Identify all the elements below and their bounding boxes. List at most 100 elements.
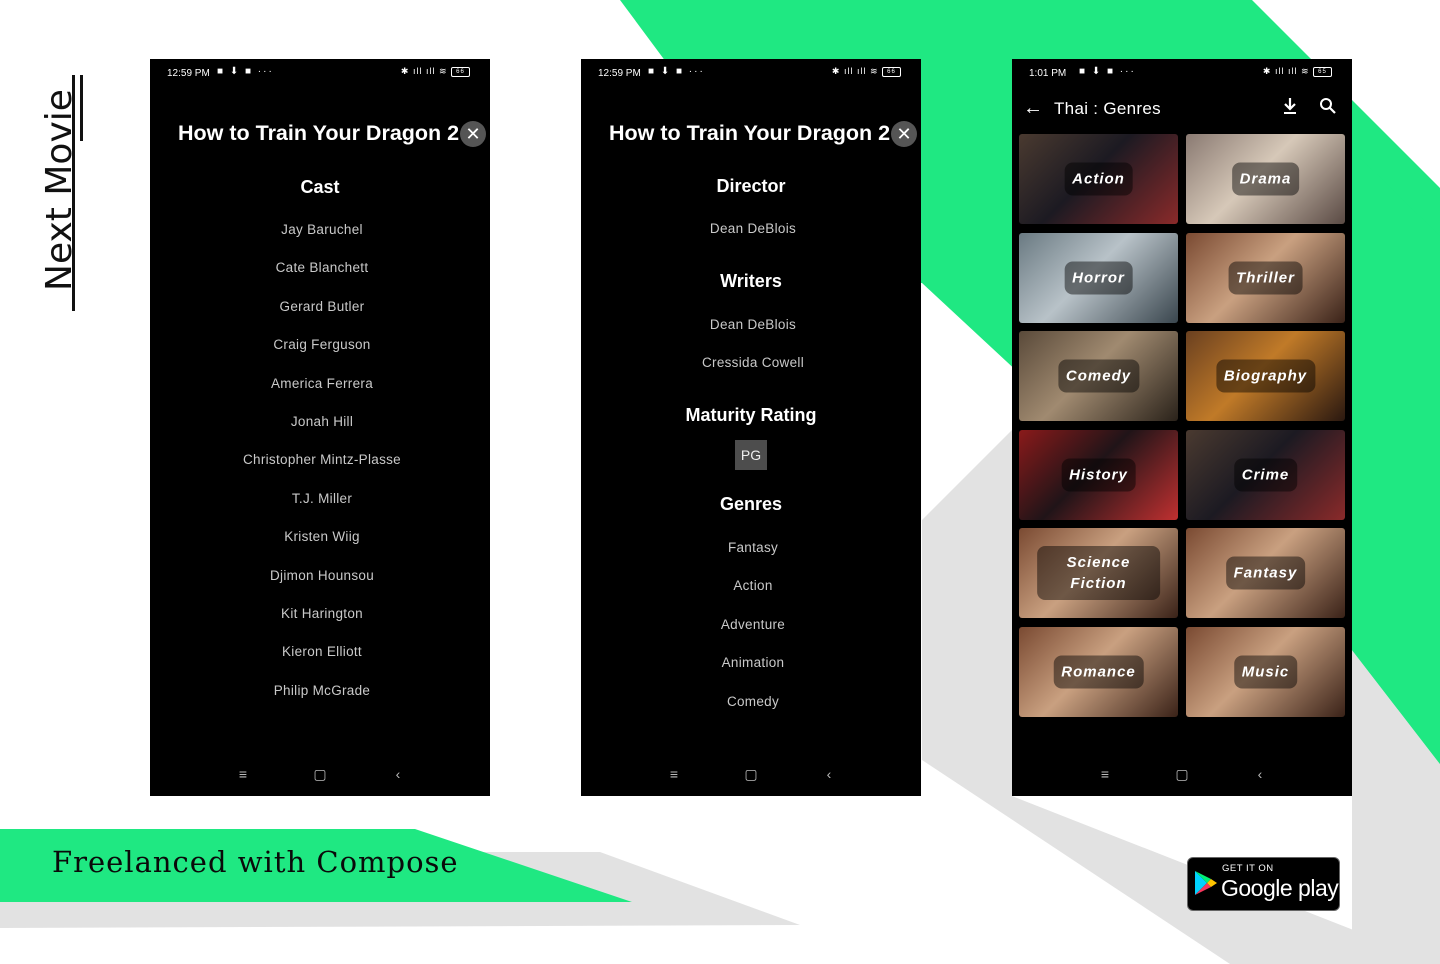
phone-genres-screen: 1:01 PM ■ ⬇ ■ ··· ✱ ıll ıll ≋ 65 ← Thai … — [1012, 59, 1352, 796]
genre-item: Comedy — [726, 693, 780, 709]
genre-tile-label: Thriller — [1228, 261, 1303, 295]
genre-tile[interactable]: Crime — [1186, 429, 1345, 520]
nav-bar: ≡ ▢ ‹ — [150, 759, 490, 789]
genre-tile-label: Science Fiction — [1036, 546, 1161, 601]
menu-icon[interactable]: ≡ — [228, 759, 258, 789]
status-bar: 1:01 PM ■ ⬇ ■ ··· ✱ ıll ıll ≋ 65 — [1012, 59, 1352, 87]
close-button[interactable]: ✕ — [460, 121, 486, 147]
genre-tile-label: Fantasy — [1225, 556, 1306, 590]
rating-heading: Maturity Rating — [685, 405, 817, 425]
cast-member: Cate Blanchett — [275, 260, 369, 276]
cast-member: Djimon Hounsou — [270, 567, 374, 583]
genre-tile[interactable]: Action — [1019, 134, 1178, 224]
status-time: 12:59 PM — [167, 68, 210, 79]
battery-icon: 66 — [882, 66, 901, 77]
genre-tile[interactable]: History — [1019, 429, 1178, 520]
genre-tile[interactable]: Drama — [1186, 134, 1345, 224]
badge-store-name: Google play — [1221, 875, 1339, 901]
cast-member: T.J. Miller — [291, 490, 353, 506]
director-name: Dean DeBlois — [709, 221, 797, 236]
genre-tile[interactable]: Romance — [1019, 627, 1178, 717]
writers-heading: Writers — [720, 271, 782, 291]
dialog-title: How to Train Your Dragon 2 — [178, 121, 460, 145]
rating-badge: PG — [735, 440, 767, 470]
brand-rule — [72, 75, 75, 311]
close-icon: ✕ — [465, 124, 481, 144]
nav-bar: ≡ ▢ ‹ — [581, 759, 921, 789]
tagline: Freelanced with Compose — [52, 845, 459, 879]
status-bar: 12:59 PM ■ ⬇ ■ ··· ✱ ıll ıll ≋ 66 — [150, 59, 490, 87]
phone-details-screen: 12:59 PM ■ ⬇ ■ ··· ✱ ıll ıll ≋ 66 How to… — [581, 59, 921, 796]
status-notification-icons: ■ ⬇ ■ ··· — [648, 66, 705, 77]
cast-heading: Cast — [300, 177, 340, 197]
genres-heading: Genres — [719, 494, 783, 514]
genre-tile-label: Comedy — [1057, 359, 1140, 393]
genre-tile-label: Romance — [1053, 655, 1144, 689]
close-icon: ✕ — [896, 124, 912, 144]
cast-member: Christopher Mintz-Plasse — [242, 452, 401, 468]
status-notification-icons: ■ ⬇ ■ ··· — [217, 66, 274, 77]
dialog-title: How to Train Your Dragon 2 — [609, 121, 891, 145]
page-title: Thai : Genres — [1054, 99, 1161, 118]
search-icon[interactable] — [1319, 97, 1341, 119]
cast-member: Jonah Hill — [290, 414, 354, 429]
cast-member: America Ferrera — [270, 375, 374, 391]
back-nav-icon[interactable]: ‹ — [383, 759, 413, 789]
genre-tile[interactable]: Music — [1186, 627, 1345, 717]
home-icon[interactable]: ▢ — [1167, 759, 1197, 789]
cast-member: Kristen Wiig — [284, 529, 360, 545]
brand-logo: Next Movie — [32, 75, 88, 311]
battery-icon: 66 — [451, 66, 470, 77]
status-notification-icons: ■ ⬇ ■ ··· — [1079, 66, 1136, 77]
writer-item: Dean DeBlois — [709, 317, 797, 332]
cast-member: Gerard Butler — [279, 298, 365, 314]
writer-item: Cressida Cowell — [701, 355, 805, 370]
status-system-icons: ✱ ıll ıll ≋ 66 — [401, 66, 470, 77]
status-system-icons: ✱ ıll ıll ≋ 65 — [1263, 66, 1332, 77]
app-bar: ← Thai : Genres — [1012, 87, 1352, 131]
phone-cast-screen: 12:59 PM ■ ⬇ ■ ··· ✱ ıll ıll ≋ 66 How to… — [150, 59, 490, 796]
genre-tile[interactable]: Biography — [1186, 331, 1345, 422]
arrow-back-icon[interactable]: ← — [1022, 97, 1044, 119]
genre-tile-label: Biography — [1215, 359, 1316, 393]
cast-member: Kieron Elliott — [282, 644, 362, 660]
status-time: 12:59 PM — [598, 68, 641, 79]
battery-icon: 65 — [1313, 66, 1332, 77]
genre-tile-label: Drama — [1231, 162, 1300, 196]
back-nav-icon[interactable]: ‹ — [814, 759, 844, 789]
genre-tile-label: History — [1061, 458, 1136, 492]
status-time: 1:01 PM — [1029, 68, 1067, 79]
home-icon[interactable]: ▢ — [305, 759, 335, 789]
back-nav-icon[interactable]: ‹ — [1245, 759, 1275, 789]
genre-tile-label: Action — [1064, 162, 1133, 196]
genre-tile[interactable]: Comedy — [1019, 331, 1178, 422]
badge-get-it-on: GET IT ON — [1222, 863, 1274, 874]
status-system-icons: ✱ ıll ıll ≋ 66 — [832, 66, 901, 77]
cast-member: Kit Harington — [281, 606, 363, 621]
home-icon[interactable]: ▢ — [736, 759, 766, 789]
google-play-badge[interactable]: GET IT ON Google play — [1187, 857, 1340, 911]
genre-item: Animation — [721, 655, 785, 671]
genre-tile[interactable]: Science Fiction — [1019, 528, 1178, 619]
genre-item: Fantasy — [727, 540, 779, 555]
genre-tile[interactable]: Fantasy — [1186, 528, 1345, 619]
close-button[interactable]: ✕ — [891, 121, 917, 147]
genre-tile[interactable]: Horror — [1019, 232, 1178, 323]
cast-member: Jay Baruchel — [281, 222, 363, 237]
status-bar: 12:59 PM ■ ⬇ ■ ··· ✱ ıll ıll ≋ 66 — [581, 59, 921, 87]
genre-tile-label: Horror — [1064, 261, 1133, 295]
director-heading: Director — [716, 176, 786, 196]
brand-rule-short — [80, 75, 83, 141]
download-icon[interactable] — [1279, 97, 1301, 119]
nav-bar: ≡ ▢ ‹ — [1012, 759, 1352, 789]
genre-tile-label: Music — [1233, 655, 1298, 689]
menu-icon[interactable]: ≡ — [659, 759, 689, 789]
menu-icon[interactable]: ≡ — [1090, 759, 1120, 789]
genre-item: Action — [733, 578, 773, 594]
genre-tile[interactable]: Thriller — [1186, 232, 1345, 323]
cast-member: Philip McGrade — [273, 682, 371, 698]
genre-tile-label: Crime — [1233, 458, 1298, 492]
google-play-icon — [1195, 871, 1217, 895]
cast-member: Craig Ferguson — [273, 337, 371, 353]
genre-item: Adventure — [720, 616, 786, 632]
